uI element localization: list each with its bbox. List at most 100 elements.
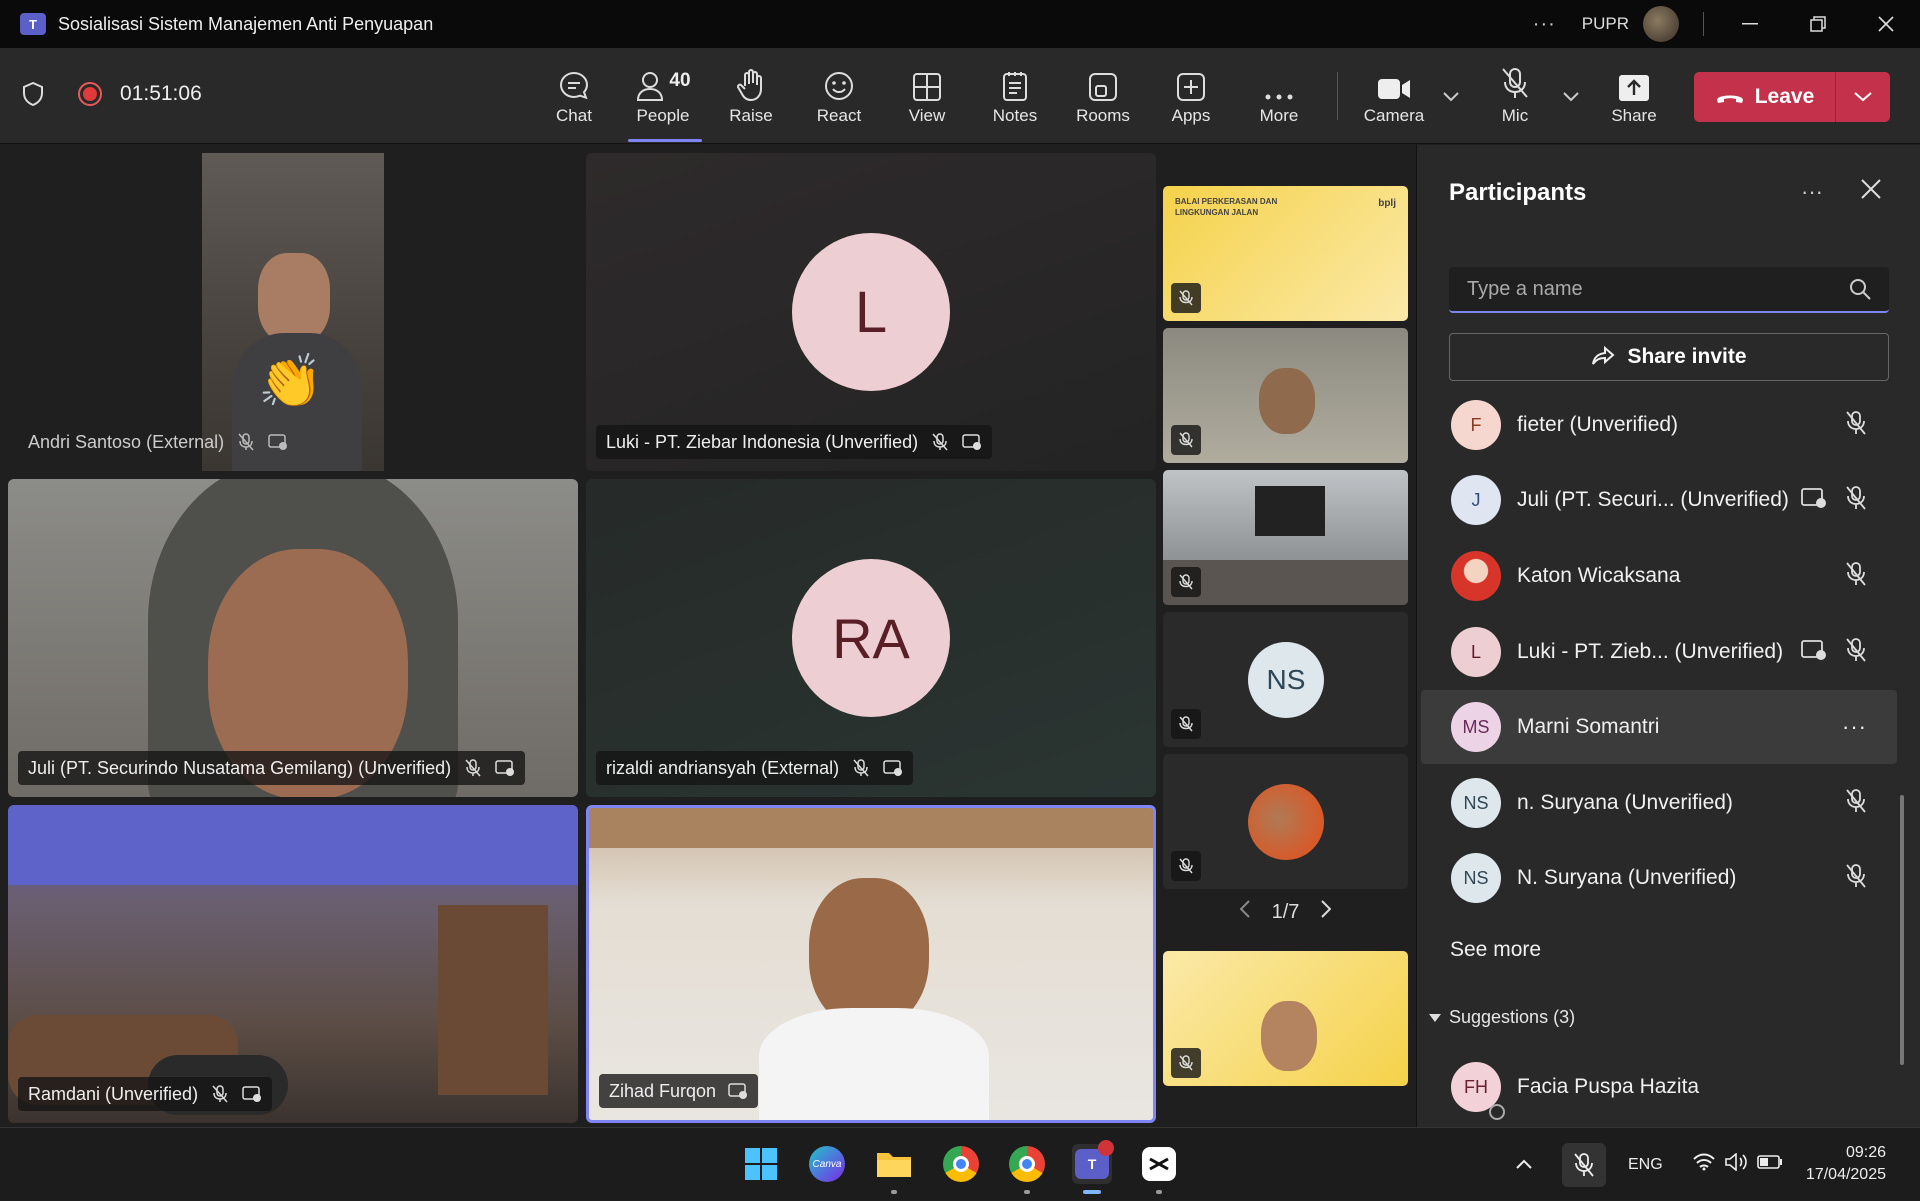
share-invite-button[interactable]: Share invite <box>1449 333 1889 381</box>
account-avatar[interactable] <box>1643 6 1679 42</box>
share-button[interactable]: Share <box>1594 48 1674 144</box>
chevron-left-icon[interactable] <box>1239 900 1250 924</box>
participant-name: Juli (PT. Securindo Nusatama Gemilang) (… <box>28 757 452 778</box>
participant-row[interactable]: Katon Wicaksana <box>1421 539 1897 613</box>
participant-name: Andri Santoso (External) <box>28 431 225 452</box>
mic-muted-tray-icon[interactable] <box>1562 1142 1606 1187</box>
see-more-link[interactable]: See more <box>1450 938 1541 962</box>
thumbnail-video-meeting-room[interactable] <box>1163 470 1408 605</box>
raise-hand-icon <box>737 69 762 102</box>
canva-app-icon[interactable]: Canva <box>807 1144 847 1184</box>
wifi-icon[interactable] <box>1692 1153 1715 1176</box>
thumbnail-ns[interactable]: NS <box>1163 612 1408 747</box>
start-menu-icon[interactable] <box>741 1144 781 1184</box>
avatar: J <box>1451 475 1501 525</box>
participant-row[interactable]: F fieter (Unverified) <box>1421 388 1897 462</box>
panel-scrollbar[interactable] <box>1900 795 1904 1065</box>
file-explorer-icon[interactable] <box>874 1144 914 1194</box>
avatar: MS <box>1451 702 1501 752</box>
raise-hand-button[interactable]: Raise <box>711 48 791 144</box>
close-icon <box>1878 16 1894 32</box>
leave-button[interactable]: Leave <box>1694 72 1836 122</box>
participant-row[interactable]: NS N. Suryana (Unverified) <box>1421 841 1897 915</box>
video-tile-rizaldi[interactable]: RA rizaldi andriansyah (External) <box>586 479 1156 797</box>
capcut-icon[interactable] <box>1139 1144 1179 1194</box>
taskbar-clock[interactable]: 09:26 17/04/2025 <box>1806 1142 1886 1186</box>
video-tile-juli[interactable]: Juli (PT. Securindo Nusatama Gemilang) (… <box>8 479 578 797</box>
chrome-icon[interactable] <box>941 1144 981 1184</box>
screen-presenter-icon <box>242 1084 262 1104</box>
thumbnail-slide-presenter[interactable]: BALAI PERKERASAN DAN LINGKUNGAN JALAN bp… <box>1163 186 1408 321</box>
suggestions-header[interactable]: Suggestions (3) <box>1429 1007 1575 1028</box>
participant-name: Luki - PT. Ziebar Indonesia (Unverified) <box>606 431 919 452</box>
mic-options-chevron-icon[interactable] <box>1563 86 1579 107</box>
share-icon <box>1592 346 1615 365</box>
thumbnail-self-view[interactable] <box>1163 951 1408 1086</box>
minimize-button[interactable] <box>1716 0 1784 48</box>
grid-view-icon <box>913 73 941 101</box>
participant-row[interactable]: L Luki - PT. Zieb... (Unverified) <box>1421 615 1897 689</box>
language-indicator[interactable]: ENG <box>1628 1156 1663 1174</box>
toolbar-divider <box>1337 72 1338 120</box>
participant-name: Katon Wicaksana <box>1517 564 1681 587</box>
video-tile-ramdani[interactable]: Ramdani (Unverified) <box>8 805 578 1123</box>
battery-icon[interactable] <box>1756 1155 1783 1174</box>
more-options-icon[interactable]: ··· <box>1842 714 1867 740</box>
close-panel-icon[interactable] <box>1861 175 1881 206</box>
teams-taskbar-icon[interactable]: T <box>1072 1140 1114 1194</box>
restore-button[interactable] <box>1784 0 1852 48</box>
mic-off-icon <box>236 432 256 452</box>
more-button[interactable]: More <box>1239 48 1319 144</box>
people-button[interactable]: 40 People <box>622 48 704 144</box>
camera-button[interactable]: Camera <box>1354 48 1434 144</box>
hang-up-icon <box>1716 95 1743 103</box>
close-button[interactable] <box>1852 0 1920 48</box>
participant-row[interactable]: NS n. Suryana (Unverified) <box>1421 766 1897 840</box>
avatar: RA <box>792 559 950 717</box>
react-button[interactable]: React <box>799 48 879 144</box>
rooms-button[interactable]: Rooms <box>1063 48 1143 144</box>
volume-icon[interactable] <box>1724 1152 1747 1176</box>
participant-video-background <box>8 805 578 885</box>
mic-off-icon <box>1845 485 1867 516</box>
mic-button[interactable]: Mic <box>1475 48 1555 144</box>
avatar <box>1248 784 1324 860</box>
leave-options-chevron-icon[interactable] <box>1836 72 1890 122</box>
mic-off-icon <box>463 758 483 778</box>
participant-name: n. Suryana (Unverified) <box>1517 791 1733 814</box>
thumbnail-video-participant[interactable] <box>1163 328 1408 463</box>
view-button[interactable]: View <box>887 48 967 144</box>
search-input[interactable] <box>1467 277 1849 301</box>
shield-icon[interactable] <box>22 82 44 106</box>
chrome-profile-icon[interactable] <box>1007 1144 1047 1194</box>
thumbnail-photo-avatar[interactable] <box>1163 754 1408 889</box>
participant-name: rizaldi andriansyah (External) <box>606 757 840 778</box>
notes-button[interactable]: Notes <box>975 48 1055 144</box>
video-tile-zihad-active-speaker[interactable]: Zihad Furqon <box>586 805 1156 1123</box>
participant-row[interactable]: MS Marni Somantri ··· <box>1421 690 1897 764</box>
windows-taskbar: Canva T ENG 09:26 17/04/2025 <box>0 1127 1920 1200</box>
participant-name: Facia Puspa Hazita <box>1517 1075 1700 1098</box>
chat-button[interactable]: Chat <box>534 48 614 144</box>
clock-time: 09:26 <box>1845 1144 1886 1161</box>
participant-name: N. Suryana (Unverified) <box>1517 866 1737 889</box>
chevron-up-icon[interactable] <box>1516 1156 1532 1174</box>
search-icon[interactable] <box>1849 278 1871 300</box>
teams-app-icon: T <box>20 13 46 35</box>
avatar <box>1451 551 1501 601</box>
chevron-right-icon[interactable] <box>1321 900 1332 924</box>
participant-name: Ramdani (Unverified) <box>28 1083 199 1104</box>
mic-off-icon <box>1171 1048 1201 1078</box>
apps-label: Apps <box>1171 106 1211 125</box>
apps-button[interactable]: Apps <box>1151 48 1231 144</box>
more-options-icon[interactable]: ··· <box>1533 13 1556 36</box>
video-tile-luki[interactable]: L Luki - PT. Ziebar Indonesia (Unverifie… <box>586 153 1156 471</box>
panel-more-icon[interactable]: ··· <box>1801 179 1823 205</box>
camera-options-chevron-icon[interactable] <box>1443 86 1459 107</box>
suggested-participant-row[interactable]: FH Facia Puspa Hazita <box>1421 1050 1897 1124</box>
mic-off-icon <box>1171 851 1201 881</box>
mic-off-icon <box>1171 709 1201 739</box>
participant-row[interactable]: J Juli (PT. Securi... (Unverified) <box>1421 463 1897 537</box>
video-tile-andri[interactable]: 👏 Andri Santoso (External) <box>8 153 578 471</box>
avatar: NS <box>1451 853 1501 903</box>
